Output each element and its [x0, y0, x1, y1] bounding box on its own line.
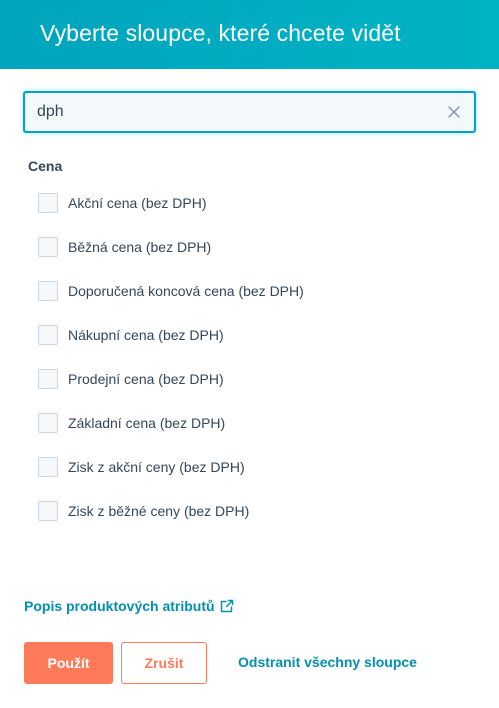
- group-title: Cena: [28, 158, 63, 174]
- external-link-icon: [220, 599, 233, 613]
- checkbox[interactable]: [38, 237, 58, 257]
- option-label: Základní cena (bez DPH): [68, 415, 226, 431]
- checkbox[interactable]: [38, 281, 58, 301]
- option-label: Doporučená koncová cena (bez DPH): [68, 283, 304, 299]
- option-zakladni-cena[interactable]: Základní cena (bez DPH): [38, 412, 478, 434]
- modal-header: Vyberte sloupce, které chcete vidět: [0, 0, 499, 69]
- checkbox[interactable]: [38, 457, 58, 477]
- remove-all-columns-button[interactable]: Odstranit všechny sloupce: [238, 654, 417, 670]
- checkbox[interactable]: [38, 369, 58, 389]
- option-label: Prodejní cena (bez DPH): [68, 371, 224, 387]
- option-prodejni-cena[interactable]: Prodejní cena (bez DPH): [38, 368, 478, 390]
- checkbox[interactable]: [38, 413, 58, 433]
- modal-title: Vyberte sloupce, které chcete vidět: [40, 20, 401, 46]
- checkbox[interactable]: [38, 193, 58, 213]
- option-label: Běžná cena (bez DPH): [68, 239, 212, 255]
- option-label: Zisk z běžné ceny (bez DPH): [68, 503, 250, 519]
- option-akcni-cena[interactable]: Akční cena (bez DPH): [38, 192, 478, 214]
- option-zisk-bezne[interactable]: Zisk z běžné ceny (bez DPH): [38, 500, 478, 522]
- checkbox[interactable]: [38, 325, 58, 345]
- search-field[interactable]: [23, 91, 476, 133]
- column-list[interactable]: Cena Akční cena (bez DPH) Běžná cena (be…: [0, 150, 499, 550]
- option-bezna-cena[interactable]: Běžná cena (bez DPH): [38, 236, 478, 258]
- option-label: Nákupní cena (bez DPH): [68, 327, 224, 343]
- option-zisk-akcni[interactable]: Zisk z akční ceny (bez DPH): [38, 456, 478, 478]
- option-nakupni-cena[interactable]: Nákupní cena (bez DPH): [38, 324, 478, 346]
- link-label: Popis produktových atributů: [24, 598, 215, 614]
- close-icon[interactable]: [444, 102, 464, 122]
- apply-button[interactable]: Použít: [24, 642, 113, 684]
- product-attributes-link[interactable]: Popis produktových atributů: [24, 598, 235, 614]
- search-input[interactable]: [25, 93, 435, 131]
- cancel-button[interactable]: Zrušit: [121, 642, 207, 684]
- column-picker-modal: Vyberte sloupce, které chcete vidět Cena…: [0, 0, 499, 708]
- option-label: Akční cena (bez DPH): [68, 195, 207, 211]
- checkbox[interactable]: [38, 501, 58, 521]
- scroll-fade: [0, 530, 499, 550]
- option-doporucena-cena[interactable]: Doporučená koncová cena (bez DPH): [38, 280, 478, 302]
- option-label: Zisk z akční ceny (bez DPH): [68, 459, 245, 475]
